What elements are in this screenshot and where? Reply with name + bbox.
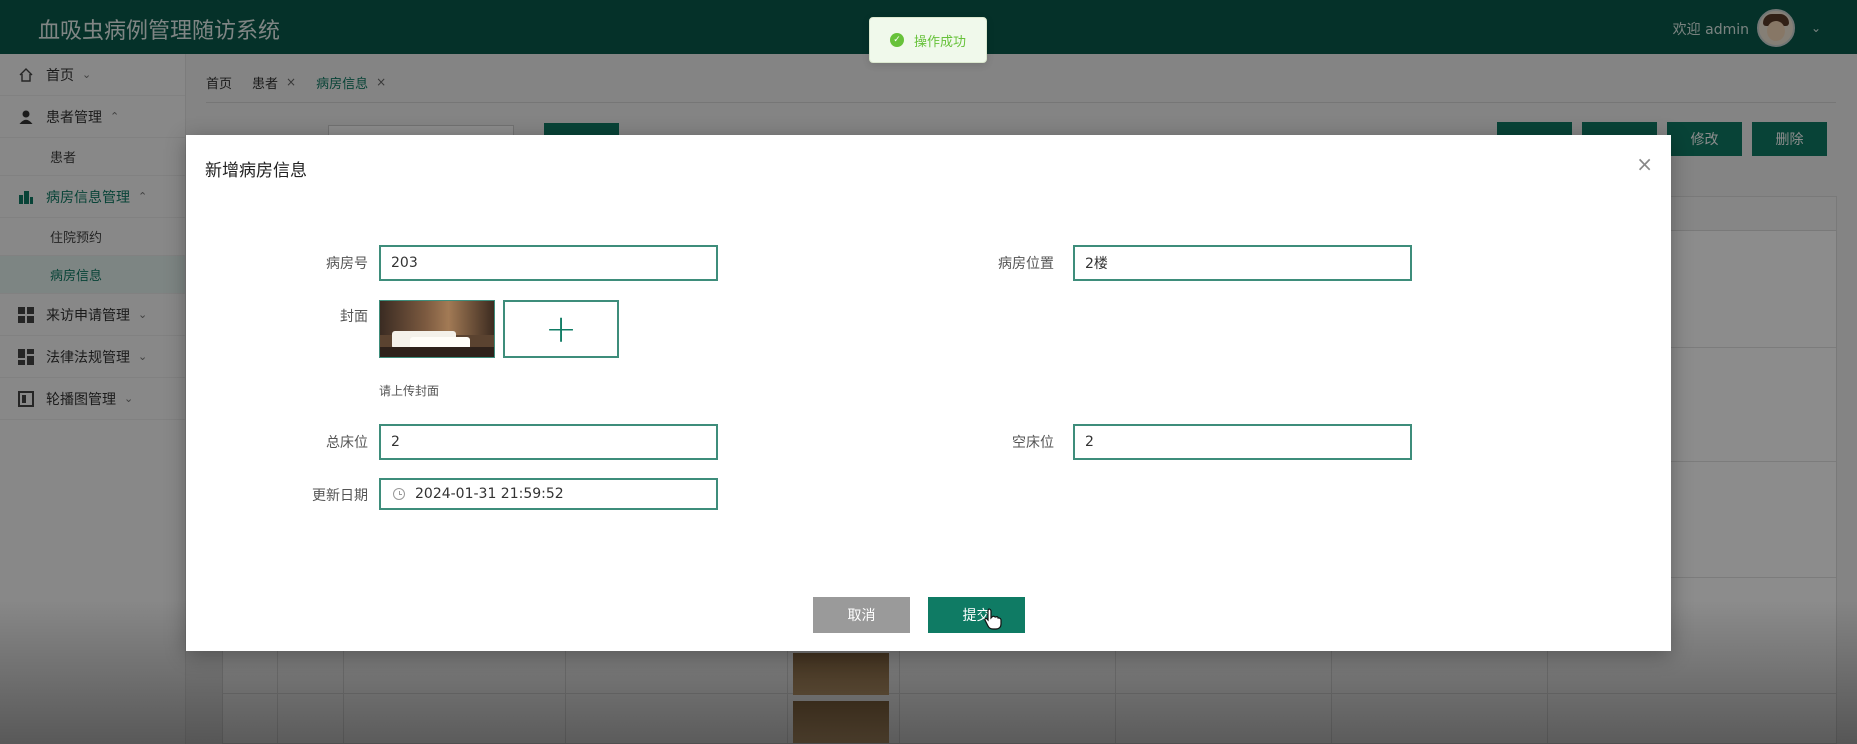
- clock-icon: [393, 488, 405, 500]
- check-circle-icon: ✓: [890, 33, 904, 47]
- hand-cursor-icon: [984, 608, 1002, 635]
- add-ward-dialog: 新增病房信息 × 病房号 203 病房位置 2楼 封面 + 请上传封面 总床位 …: [186, 135, 1671, 651]
- cover-image[interactable]: [379, 300, 495, 358]
- dialog-title: 新增病房信息: [205, 161, 307, 181]
- toast-message: 操作成功: [914, 34, 967, 50]
- cancel-button[interactable]: 取消: [813, 597, 910, 633]
- cover-floor: [380, 347, 494, 357]
- cover-wall: [380, 301, 494, 335]
- success-toast: ✓ 操作成功: [869, 17, 987, 63]
- room-no-label: 病房号: [326, 256, 368, 272]
- submit-button[interactable]: 提交: [928, 597, 1025, 633]
- location-field[interactable]: 2楼: [1073, 245, 1412, 281]
- cover-label: 封面: [340, 309, 368, 325]
- total-beds-label: 总床位: [326, 435, 368, 451]
- close-icon[interactable]: ×: [1636, 152, 1653, 176]
- empty-beds-label: 空床位: [1012, 435, 1054, 451]
- update-date-label: 更新日期: [312, 488, 368, 504]
- upload-button[interactable]: +: [503, 300, 619, 358]
- cover-hint: 请上传封面: [379, 384, 440, 398]
- room-no-field[interactable]: 203: [379, 245, 718, 281]
- empty-beds-field[interactable]: 2: [1073, 424, 1412, 460]
- update-date-value: 2024-01-31 21:59:52: [415, 486, 564, 502]
- location-label: 病房位置: [998, 256, 1054, 272]
- update-date-picker[interactable]: 2024-01-31 21:59:52: [379, 478, 718, 510]
- total-beds-field[interactable]: 2: [379, 424, 718, 460]
